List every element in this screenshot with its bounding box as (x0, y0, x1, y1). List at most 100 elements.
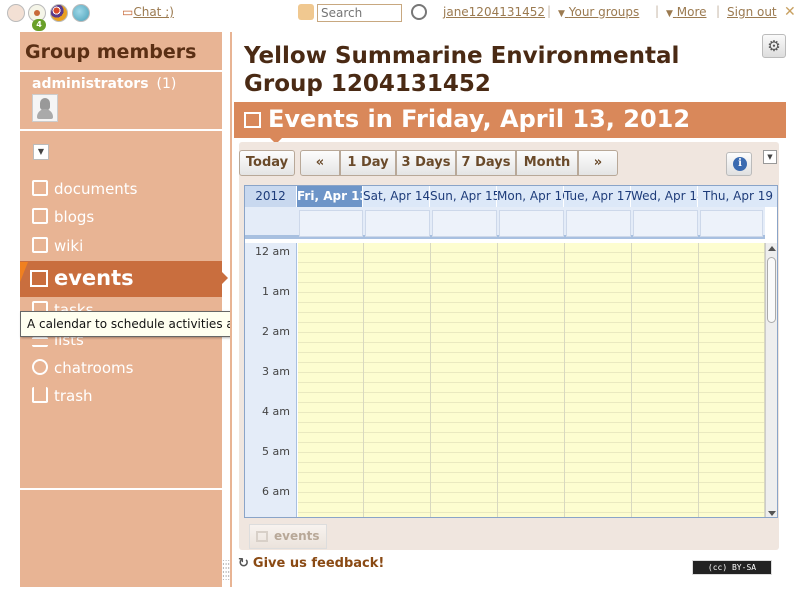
calendar-widget: Today « 1 Day 3 Days 7 Days Month » ▼ 20… (239, 142, 779, 550)
all-day-cell[interactable] (299, 210, 363, 237)
divider (20, 70, 222, 72)
hour-column: 12 am 1 am 2 am 3 am 4 am 5 am 6 am (245, 243, 297, 517)
sidebar-item-wiki[interactable]: wiki (32, 237, 83, 259)
today-button[interactable]: Today (239, 150, 295, 176)
apps-icon[interactable] (50, 4, 68, 22)
day-column[interactable] (298, 243, 364, 517)
three-days-button[interactable]: 3 Days (396, 150, 456, 176)
day-column[interactable] (565, 243, 632, 517)
scroll-up-icon[interactable] (768, 246, 776, 251)
license-badge[interactable]: (cc) BY-SA (692, 560, 772, 575)
page-title: Yellow Summarine Environmental Group 120… (244, 43, 680, 97)
events-tab[interactable]: events (249, 524, 327, 549)
bookmark-icon[interactable]: ✕ (784, 4, 800, 20)
sign-out-link[interactable]: Sign out (727, 5, 777, 19)
search-icon[interactable] (298, 4, 314, 20)
sidebar: Group members administrators (1) ▼ docume… (20, 32, 228, 587)
divider: | (655, 4, 660, 18)
top-bar: 4 ▭Chat ;) jane1204131452 | ▼ Your group… (0, 0, 806, 31)
section-title: Events in Friday, April 13, 2012 (268, 105, 691, 133)
divider (20, 488, 222, 490)
section-header: Events in Friday, April 13, 2012 (234, 102, 786, 144)
chat-icon: ▭ (122, 5, 134, 19)
day-header[interactable]: Sun, Apr 15 (430, 186, 500, 207)
user-history-icon[interactable] (411, 4, 427, 20)
sidebar-item-chatrooms[interactable]: chatrooms (32, 359, 133, 381)
day-column[interactable] (364, 243, 431, 517)
active-pointer (222, 272, 228, 284)
day-header[interactable]: Sat, Apr 14 (363, 186, 430, 207)
your-groups-menu[interactable]: ▼ Your groups (558, 5, 639, 19)
chat-icon (32, 359, 48, 375)
chevron-down-icon: ▼ (558, 9, 565, 19)
calendar-grid: 2012 Fri, Apr 13 Sat, Apr 14 Sun, Apr 15… (244, 185, 778, 518)
day-column[interactable] (498, 243, 565, 517)
administrators-count: (1) (156, 76, 177, 92)
chevron-down-icon[interactable]: ▼ (763, 150, 777, 164)
vertical-scrollbar[interactable] (765, 243, 777, 517)
all-day-cell[interactable] (566, 210, 631, 237)
sidebar-item-documents[interactable]: documents (32, 180, 138, 202)
main-panel: Yellow Summarine Environmental Group 120… (230, 32, 786, 587)
info-icon[interactable] (726, 152, 752, 176)
day-column[interactable] (699, 243, 765, 517)
hour-label: 1 am (262, 285, 290, 298)
all-day-cell[interactable] (700, 210, 763, 237)
chat-link[interactable]: ▭Chat ;) (122, 5, 174, 19)
administrators-link[interactable]: administrators (1) (32, 76, 176, 92)
sidebar-item-events[interactable]: events (20, 261, 228, 297)
month-button[interactable]: Month (516, 150, 578, 176)
gear-icon[interactable]: ⚙ (762, 34, 786, 58)
more-menu[interactable]: ▼ More (666, 5, 707, 19)
wiki-icon (32, 237, 48, 253)
calendar-icon (244, 112, 261, 128)
next-button[interactable]: » (578, 150, 618, 176)
hour-label: 12 am (255, 245, 290, 258)
chevron-down-icon[interactable]: ▼ (33, 144, 49, 160)
hour-label: 6 am (262, 485, 290, 498)
list-icon (32, 337, 48, 347)
all-day-cell[interactable] (365, 210, 430, 237)
calendar-icon (256, 531, 268, 542)
divider: | (547, 4, 552, 18)
resize-grip-icon[interactable]: :::::::::::::::::::: (222, 558, 233, 587)
notification-count-badge: 4 (32, 19, 46, 31)
day-header[interactable]: Mon, Apr 16 (497, 186, 570, 207)
day-column[interactable] (431, 243, 498, 517)
day-column[interactable] (632, 243, 699, 517)
day-header[interactable]: Fri, Apr 13 (297, 186, 368, 207)
trash-icon (32, 387, 48, 403)
avatar[interactable] (32, 94, 58, 122)
blog-icon (32, 208, 48, 224)
seven-days-button[interactable]: 7 Days (456, 150, 516, 176)
day-header[interactable]: Thu, Apr 19 (698, 186, 777, 207)
day-header[interactable]: Wed, Apr 18 (631, 186, 705, 207)
all-day-cell[interactable] (499, 210, 564, 237)
refresh-icon: ↻ (238, 556, 249, 571)
year-header: 2012 (245, 186, 297, 207)
one-day-button[interactable]: 1 Day (340, 150, 396, 176)
all-day-cell[interactable] (633, 210, 698, 237)
divider (20, 129, 222, 131)
day-header[interactable]: Tue, Apr 17 (564, 186, 632, 207)
mouse-cursor-icon (20, 262, 36, 282)
feedback-link[interactable]: ↻ Give us feedback! (238, 556, 384, 571)
search-input[interactable] (317, 4, 402, 22)
sidebar-item-trash[interactable]: trash (32, 387, 93, 409)
administrators-label: administrators (32, 76, 149, 92)
divider: | (716, 4, 721, 18)
scroll-thumb[interactable] (767, 257, 776, 323)
home-icon[interactable] (7, 4, 25, 22)
prev-button[interactable]: « (300, 150, 340, 176)
scroll-down-icon[interactable] (768, 511, 776, 516)
chevron-down-icon: ▼ (666, 9, 673, 19)
all-day-cell[interactable] (432, 210, 497, 237)
globe-icon[interactable] (72, 4, 90, 22)
all-day-row[interactable] (245, 207, 765, 239)
hour-label: 5 am (262, 445, 290, 458)
sidebar-item-blogs[interactable]: blogs (32, 208, 94, 230)
hour-label: 3 am (262, 365, 290, 378)
hour-label: 4 am (262, 405, 290, 418)
sidebar-title: Group members (25, 41, 197, 63)
username-link[interactable]: jane1204131452 (443, 5, 545, 19)
